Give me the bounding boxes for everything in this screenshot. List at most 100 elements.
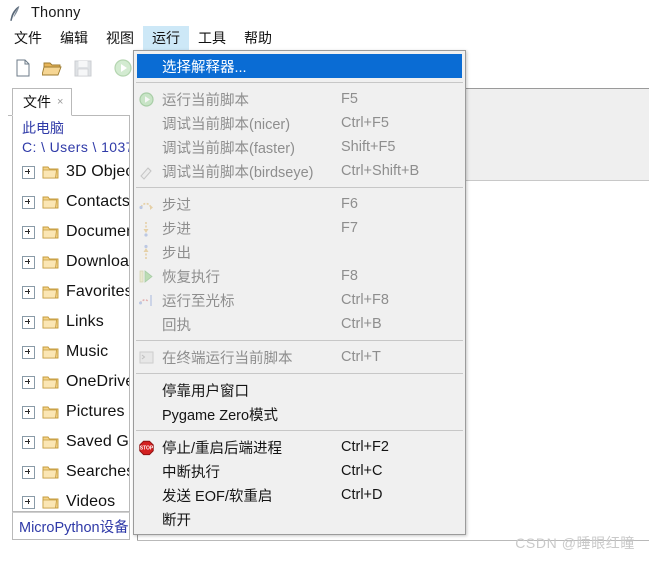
menu-run[interactable]: 运行 [143, 26, 189, 50]
menu-item-run-in-terminal[interactable]: 在终端运行当前脚本 Ctrl+T [134, 345, 465, 369]
tree-item-links[interactable]: Links [13, 307, 129, 337]
breadcrumb-this-pc[interactable]: 此电脑 [13, 119, 129, 138]
run-icon [114, 59, 132, 77]
folder-icon [42, 406, 59, 418]
menu-item-label: 在终端运行当前脚本 [162, 350, 293, 367]
tree-item-label: Pictures [66, 403, 125, 420]
menu-item-debug-nicer[interactable]: 调试当前脚本(nicer) Ctrl+F5 [134, 111, 465, 135]
window-title: Thonny [31, 5, 81, 21]
menu-item-run-current-script[interactable]: 运行当前脚本 F5 [134, 87, 465, 111]
menu-item-accel: F7 [341, 220, 358, 236]
menu-item-stepback[interactable]: 回执 Ctrl+B [134, 312, 465, 336]
file-tree: 此电脑 C: \ Users \ 1037 3D Objects Contact… [12, 116, 130, 512]
tree-item-saved-games[interactable]: Saved Games [13, 427, 129, 457]
step-out-icon [143, 244, 149, 259]
folder-icon [42, 256, 59, 268]
save-icon [74, 60, 92, 77]
tree-item-music[interactable]: Music [13, 337, 129, 367]
folder-icon [42, 196, 59, 208]
menu-item-accel: Shift+F5 [341, 139, 396, 155]
tree-item-searches[interactable]: Searches [13, 457, 129, 487]
menu-item-label: 停靠用户窗口 [162, 383, 249, 400]
folder-icon [42, 376, 59, 388]
tree-item-onedrive[interactable]: OneDrive [13, 367, 129, 397]
breadcrumb-path[interactable]: C: \ Users \ 1037 [13, 138, 129, 157]
menu-item-accel: Ctrl+B [341, 316, 382, 332]
open-folder-icon[interactable] [42, 57, 64, 79]
menu-item-accel: Ctrl+F2 [341, 439, 389, 455]
menu-item-label: 步进 [162, 221, 191, 238]
menu-separator [136, 187, 463, 188]
tree-item-favorites[interactable]: Favorites [13, 277, 129, 307]
expand-icon[interactable] [22, 345, 35, 359]
tree-item-label: Downloads [66, 253, 129, 270]
menu-item-step-out[interactable]: 步出 [134, 240, 465, 264]
menu-item-dock-user-windows[interactable]: 停靠用户窗口 [134, 378, 465, 402]
folder-icon [42, 436, 59, 448]
close-icon[interactable]: × [57, 96, 63, 108]
menu-item-accel: F6 [341, 196, 358, 212]
menu-edit[interactable]: 编辑 [51, 26, 97, 50]
expand-icon[interactable] [22, 375, 35, 389]
svg-text:STOP: STOP [140, 445, 154, 451]
expand-icon[interactable] [22, 495, 35, 509]
tree-item-documents[interactable]: Documents [13, 217, 129, 247]
tree-item-downloads[interactable]: Downloads [13, 247, 129, 277]
menu-separator [136, 430, 463, 431]
tree-item-label: OneDrive [66, 373, 130, 390]
menu-help[interactable]: 帮助 [235, 26, 281, 50]
tab-files[interactable]: 文件 × [12, 88, 73, 116]
tree-item-label: Music [66, 343, 109, 360]
expand-icon[interactable] [22, 435, 35, 449]
menu-item-accel: Ctrl+Shift+B [341, 163, 420, 179]
menu-item-send-eof-soft-reboot[interactable]: 发送 EOF/软重启 Ctrl+D [134, 483, 465, 507]
menu-item-interrupt-execution[interactable]: 中断执行 Ctrl+C [134, 459, 465, 483]
menu-item-step-into[interactable]: 步进 F7 [134, 216, 465, 240]
menu-item-pygame-zero-mode[interactable]: Pygame Zero模式 [134, 402, 465, 426]
expand-icon[interactable] [22, 285, 35, 299]
menu-item-step-over[interactable]: 步过 F6 [134, 192, 465, 216]
expand-icon[interactable] [22, 165, 35, 179]
menu-item-run-to-cursor[interactable]: 运行至光标 Ctrl+F8 [134, 288, 465, 312]
menu-tools[interactable]: 工具 [189, 26, 235, 50]
menu-item-label: 恢复执行 [162, 269, 220, 286]
watermark: CSDN @睡眼红瞳 [515, 535, 635, 551]
menu-item-label: Pygame Zero模式 [162, 407, 279, 424]
tree-item-label: Links [66, 313, 104, 330]
tree-item-3d-objects[interactable]: 3D Objects [13, 157, 129, 187]
menu-item-label: 步过 [162, 197, 191, 214]
menu-item-label: 回执 [162, 317, 191, 334]
menu-item-label: 选择解释器... [162, 59, 247, 76]
tree-item-pictures[interactable]: Pictures [13, 397, 129, 427]
menu-item-select-interpreter[interactable]: 选择解释器... [137, 54, 462, 78]
menu-bar: 文件 编辑 视图 运行 工具 帮助 [0, 26, 649, 50]
menu-item-accel: Ctrl+F8 [341, 292, 389, 308]
terminal-icon [139, 351, 154, 363]
expand-icon[interactable] [22, 225, 35, 239]
menu-item-resume[interactable]: 恢复执行 F8 [134, 264, 465, 288]
tree-item-label: Searches [66, 463, 130, 480]
step-into-icon [143, 221, 149, 237]
menu-file[interactable]: 文件 [5, 26, 51, 50]
expand-icon[interactable] [22, 465, 35, 479]
menu-item-stop-restart-backend[interactable]: STOP 停止/重启后端进程 Ctrl+F2 [134, 435, 465, 459]
micropython-device-section[interactable]: MicroPython设备 [12, 512, 130, 540]
menu-item-disconnect[interactable]: 断开 [134, 507, 465, 531]
new-file-icon[interactable] [12, 57, 34, 79]
menu-separator [136, 82, 463, 83]
folder-icon [42, 166, 59, 178]
folder-icon [42, 226, 59, 238]
menu-item-label: 中断执行 [162, 464, 220, 481]
menu-view[interactable]: 视图 [97, 26, 143, 50]
expand-icon[interactable] [22, 255, 35, 269]
run-green-icon [139, 91, 154, 107]
run-to-cursor-icon [139, 294, 152, 306]
menu-item-debug-birdseye[interactable]: 调试当前脚本(birdseye) Ctrl+Shift+B [134, 159, 465, 183]
expand-icon[interactable] [22, 195, 35, 209]
expand-icon[interactable] [22, 315, 35, 329]
expand-icon[interactable] [22, 405, 35, 419]
tree-item-contacts[interactable]: Contacts [13, 187, 129, 217]
files-panel: 文件 × 此电脑 C: \ Users \ 1037 3D Objects Co… [8, 88, 130, 540]
menu-item-debug-faster[interactable]: 调试当前脚本(faster) Shift+F5 [134, 135, 465, 159]
tree-item-videos[interactable]: Videos [13, 487, 129, 511]
